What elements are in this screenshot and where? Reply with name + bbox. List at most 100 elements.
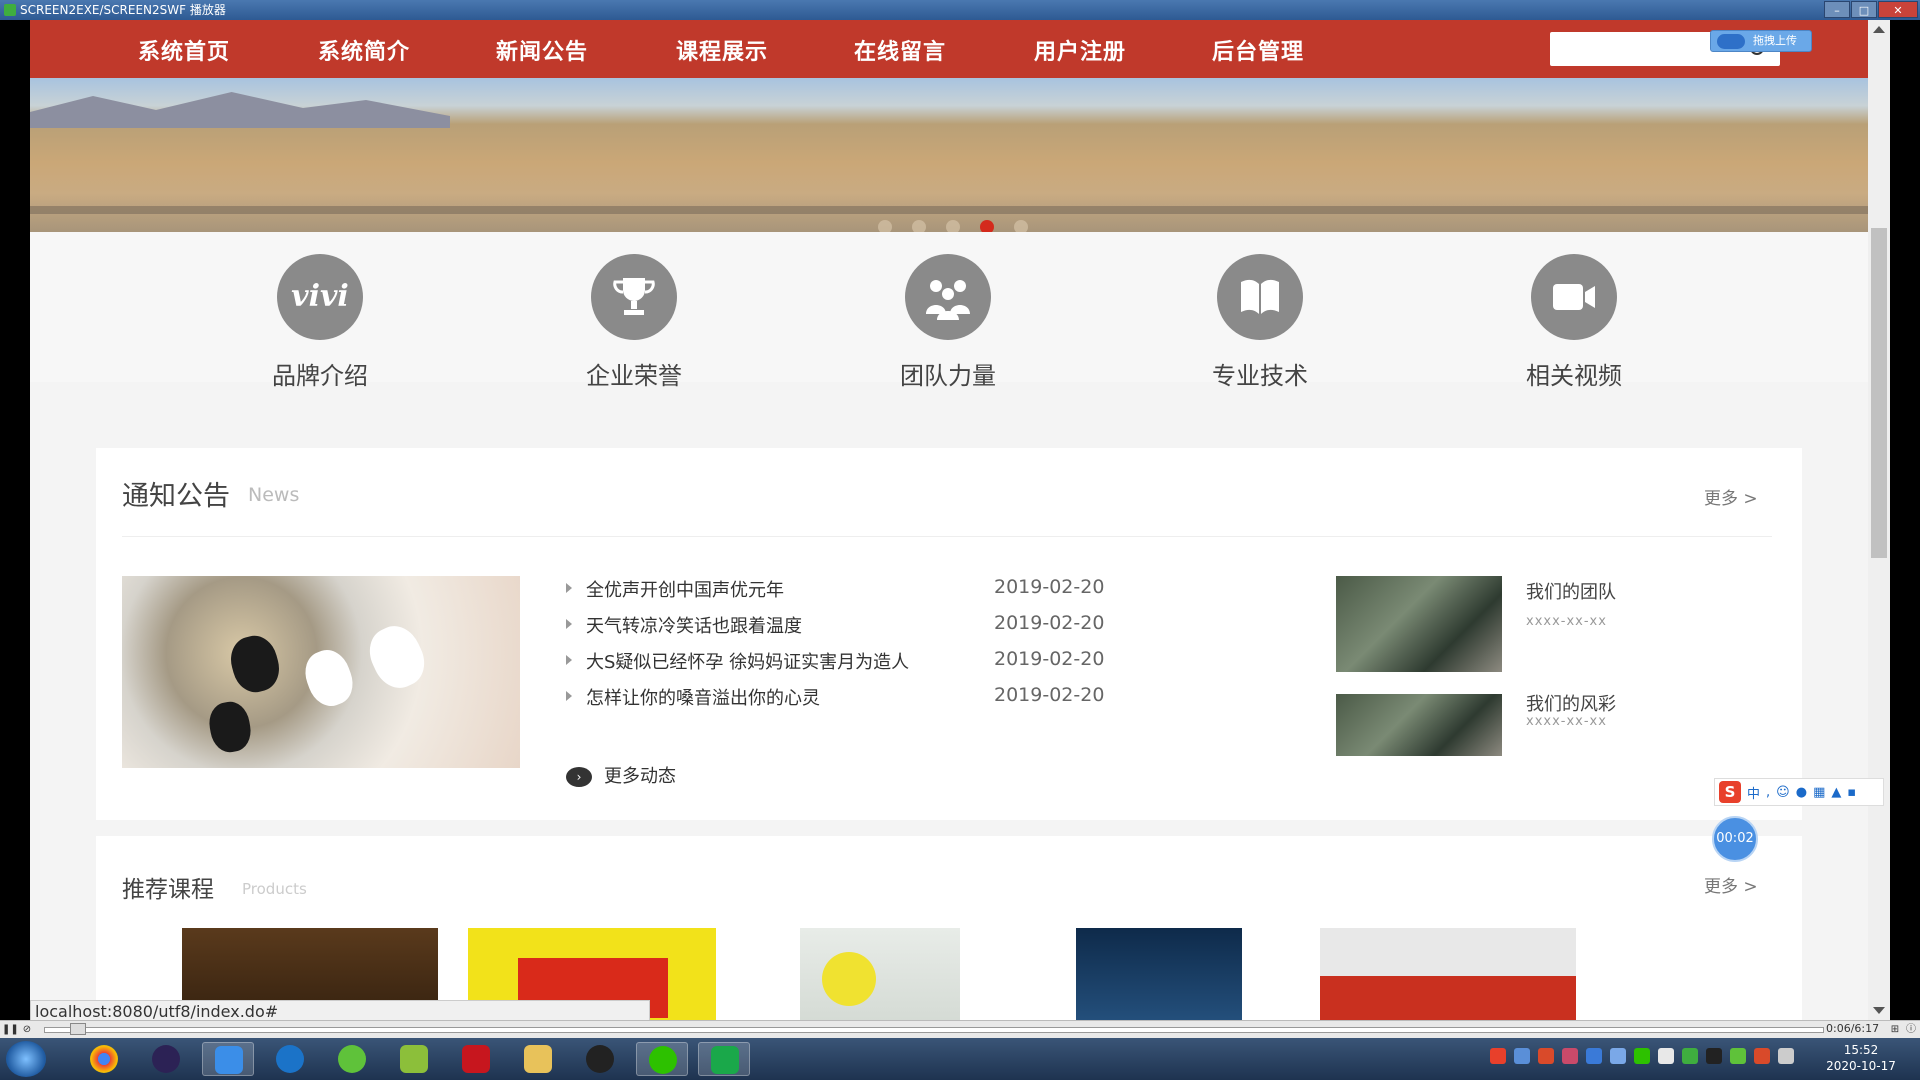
arrow-right-icon [566, 619, 572, 629]
ime-mode[interactable]: 中 [1747, 783, 1760, 802]
punctuation-icon[interactable]: , [1766, 785, 1770, 800]
nav-item-about[interactable]: 系统简介 [318, 34, 410, 66]
nav-item-courses[interactable]: 课程展示 [676, 34, 768, 66]
tray-app-icon[interactable] [1682, 1048, 1698, 1064]
action-center-icon[interactable] [1778, 1048, 1794, 1064]
team-title[interactable]: 我们的团队 [1526, 578, 1616, 604]
news-date: 2019-02-20 [994, 576, 1105, 598]
list-item[interactable]: 全优声开创中国声优元年 2019-02-20 [566, 576, 1126, 612]
screen2exe-icon[interactable] [698, 1042, 750, 1076]
wechat-icon[interactable] [636, 1042, 688, 1076]
keyboard-icon[interactable]: ▦ [1813, 785, 1825, 800]
volume-icon[interactable] [1754, 1048, 1770, 1064]
network-icon[interactable] [1658, 1048, 1674, 1064]
style-photo[interactable] [1336, 694, 1502, 756]
pause-icon[interactable]: ❚❚ [2, 1023, 19, 1037]
news-title[interactable]: 大S疑似已经怀孕 徐妈妈证实害月为造人 [586, 648, 909, 674]
tray-app-icon[interactable] [1610, 1048, 1626, 1064]
vertical-scrollbar[interactable] [1868, 20, 1890, 1020]
course-book-5[interactable] [1320, 928, 1576, 1020]
section-divider [122, 536, 1772, 537]
tray-app-icon[interactable] [1562, 1048, 1578, 1064]
style-title[interactable]: 我们的风彩 [1526, 690, 1616, 716]
notepad-icon[interactable] [388, 1042, 440, 1076]
trophy-icon [591, 254, 677, 340]
skin-icon[interactable]: ▲ [1831, 785, 1841, 800]
chrome-icon[interactable] [78, 1042, 130, 1076]
section-title: 推荐课程 [122, 877, 214, 903]
courses-more-link[interactable]: 更多 > [1704, 872, 1758, 897]
recording-timer[interactable]: 00:02 [1712, 816, 1758, 862]
news-title[interactable]: 天气转凉冷笑话也跟着温度 [586, 612, 802, 638]
feature-label: 相关视频 [1526, 362, 1622, 390]
drag-upload-badge[interactable]: 拖拽上传 [1710, 30, 1812, 52]
close-button[interactable]: ✕ [1878, 1, 1918, 18]
browser-viewport: 系统首页 系统简介 新闻公告 课程展示 在线留言 用户注册 后台管理 拖拽上传 … [30, 20, 1868, 1020]
feature-label: 品牌介绍 [272, 362, 368, 390]
course-book-3[interactable] [800, 928, 960, 1020]
nav-item-register[interactable]: 用户注册 [1034, 34, 1126, 66]
section-title: 通知公告 [122, 481, 230, 512]
feature-video[interactable]: 相关视频 [1474, 254, 1674, 391]
leaf-app-icon[interactable] [326, 1042, 378, 1076]
scroll-thumb[interactable] [1871, 228, 1887, 558]
sogou-tray-icon[interactable] [1490, 1048, 1506, 1064]
microphone-icon[interactable]: ● [1796, 785, 1807, 800]
list-item[interactable]: 天气转凉冷笑话也跟着温度 2019-02-20 [566, 612, 1126, 648]
scroll-down-icon[interactable] [1873, 1007, 1885, 1014]
video-camera-icon [1531, 254, 1617, 340]
team-icon [905, 254, 991, 340]
tray-app-icon[interactable] [1730, 1048, 1746, 1064]
news-section: 通知公告 News 更多 > 全优声开创中国声优元年 2019-02-20 天气… [96, 448, 1802, 820]
course-book-4[interactable] [1076, 928, 1242, 1020]
folder-icon[interactable] [512, 1042, 564, 1076]
eclipse-icon[interactable] [140, 1042, 192, 1076]
minimize-button[interactable]: – [1824, 1, 1850, 18]
taskbar-clock[interactable]: 15:52 2020-10-17 [1826, 1042, 1896, 1074]
clock-date: 2020-10-17 [1826, 1059, 1896, 1073]
more-news-link[interactable]: › 更多动态 [566, 762, 676, 788]
chevron-right-icon: › [566, 767, 592, 787]
list-item[interactable]: 大S疑似已经怀孕 徐妈妈证实害月为造人 2019-02-20 [566, 648, 1126, 684]
toolbox-icon[interactable]: ▪ [1847, 785, 1856, 800]
window-controls: – □ ✕ [1823, 1, 1918, 18]
wechat-tray-icon[interactable] [1634, 1048, 1650, 1064]
scroll-up-icon[interactable] [1873, 26, 1885, 33]
feature-team[interactable]: 团队力量 [848, 254, 1048, 391]
start-button[interactable] [6, 1041, 46, 1077]
nav-item-message[interactable]: 在线留言 [854, 34, 946, 66]
nail-shape [361, 618, 433, 696]
nav-item-home[interactable]: 系统首页 [138, 34, 230, 66]
ime-toolbar[interactable]: S 中 , ☺ ● ▦ ▲ ▪ [1714, 778, 1884, 806]
info-icon[interactable]: ⓘ [1904, 1023, 1918, 1037]
fullscreen-icon[interactable]: ⊞ [1888, 1023, 1902, 1037]
playback-handle[interactable] [70, 1023, 86, 1035]
emoji-icon[interactable]: ☺ [1776, 785, 1790, 800]
feature-tech[interactable]: 专业技术 [1160, 254, 1360, 391]
news-more-link[interactable]: 更多 > [1704, 484, 1758, 509]
qq-icon[interactable] [574, 1042, 626, 1076]
tray-app-icon[interactable] [1514, 1048, 1530, 1064]
tray-app-icon[interactable] [1538, 1048, 1554, 1064]
news-title[interactable]: 全优声开创中国声优元年 [586, 576, 784, 602]
flash-icon[interactable] [450, 1042, 502, 1076]
stop-icon[interactable]: ⊘ [20, 1023, 34, 1037]
nav-item-admin[interactable]: 后台管理 [1212, 34, 1304, 66]
feature-row: vivi 品牌介绍 企业荣誉 团队力量 专业技术 相关视频 [30, 232, 1868, 390]
feature-brand[interactable]: vivi 品牌介绍 [220, 254, 420, 391]
news-feature-image[interactable] [122, 576, 520, 768]
playback-track[interactable] [44, 1027, 1824, 1033]
list-item[interactable]: 怎样让你的嗓音溢出你的心灵 2019-02-20 [566, 684, 1126, 720]
nav-item-news[interactable]: 新闻公告 [496, 34, 588, 66]
section-subtitle: Products [242, 880, 307, 898]
feature-honor[interactable]: 企业荣誉 [534, 254, 734, 391]
banner-road [30, 206, 1868, 214]
qq-tray-icon[interactable] [1706, 1048, 1722, 1064]
browser-icon[interactable] [264, 1042, 316, 1076]
arrow-right-icon [566, 691, 572, 701]
team-photo[interactable] [1336, 576, 1502, 672]
shield-icon[interactable] [1586, 1048, 1602, 1064]
baidu-netdisk-icon[interactable] [202, 1042, 254, 1076]
news-title[interactable]: 怎样让你的嗓音溢出你的心灵 [586, 684, 820, 710]
maximize-button[interactable]: □ [1851, 1, 1877, 18]
